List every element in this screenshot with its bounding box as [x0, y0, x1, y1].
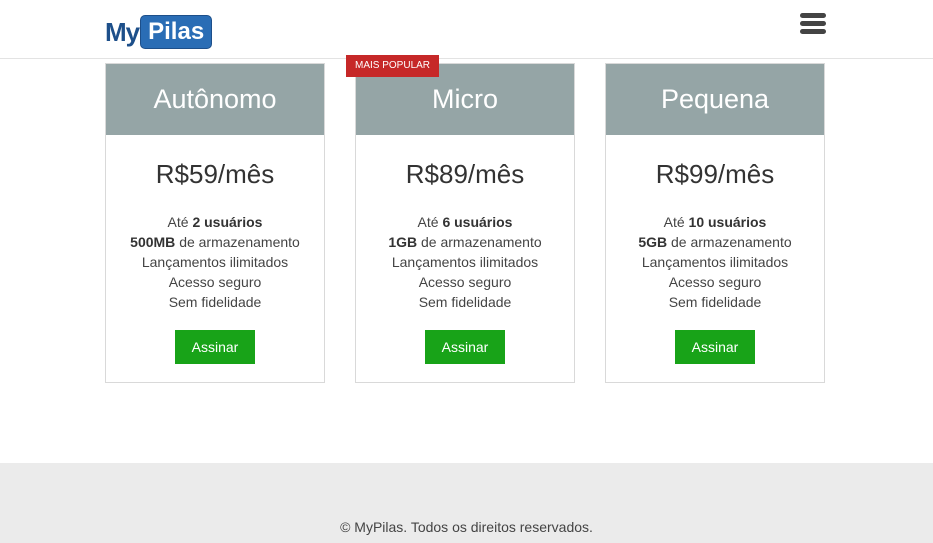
feature-users: Até 6 usuários — [417, 214, 513, 230]
logo-pilas-text: Pilas — [148, 18, 205, 45]
feature-storage: 1GB de armazenamento — [388, 234, 542, 250]
mypilas-logo[interactable]: My Pilas — [105, 14, 213, 50]
plan-price: R$59/mês — [155, 159, 275, 189]
plan-price: R$89/mês — [405, 159, 525, 189]
feature-secure: Acesso seguro — [418, 274, 512, 290]
plan-features: Até 10 usuários 5GB de armazenamento Lan… — [606, 212, 824, 312]
site-header: My Pilas — [0, 0, 933, 59]
subscribe-button[interactable]: Assinar — [175, 330, 255, 364]
hamburger-menu-icon[interactable] — [800, 13, 826, 35]
logo-my-text: My — [105, 16, 140, 47]
menu-bar — [800, 21, 826, 26]
menu-bar — [800, 29, 826, 34]
menu-bar — [800, 13, 826, 18]
feature-no-commitment: Sem fidelidade — [418, 294, 512, 310]
logo-pilas-box: Pilas — [140, 15, 213, 49]
feature-storage: 500MB de armazenamento — [130, 234, 300, 250]
most-popular-badge: MAIS POPULAR — [346, 55, 440, 77]
plan-header: Pequena — [606, 64, 824, 135]
plan-card-micro: Micro R$89/mês Até 6 usuários 1GB de arm… — [355, 63, 575, 383]
feature-unlimited: Lançamentos ilimitados — [141, 254, 289, 270]
subscribe-button[interactable]: Assinar — [675, 330, 755, 364]
plan-price: R$99/mês — [655, 159, 775, 189]
site-footer: © MyPilas. Todos os direitos reservados. — [0, 463, 933, 543]
feature-secure: Acesso seguro — [168, 274, 262, 290]
feature-unlimited: Lançamentos ilimitados — [391, 254, 539, 270]
feature-unlimited: Lançamentos ilimitados — [641, 254, 789, 270]
subscribe-button[interactable]: Assinar — [425, 330, 505, 364]
feature-users: Até 10 usuários — [663, 214, 767, 230]
plan-header: Autônomo — [106, 64, 324, 135]
plan-card-autonomo: Autônomo R$59/mês Até 2 usuários 500MB d… — [105, 63, 325, 383]
feature-no-commitment: Sem fidelidade — [668, 294, 762, 310]
feature-users: Até 2 usuários — [167, 214, 263, 230]
plan-name: Pequena — [660, 84, 770, 114]
plan-name: Autônomo — [153, 84, 277, 114]
plan-features: Até 6 usuários 1GB de armazenamento Lanç… — [356, 212, 574, 312]
plan-features: Até 2 usuários 500MB de armazenamento La… — [106, 212, 324, 312]
copyright-text: © MyPilas. Todos os direitos reservados. — [340, 519, 593, 535]
plan-card-pequena: Pequena R$99/mês Até 10 usuários 5GB de … — [605, 63, 825, 383]
feature-secure: Acesso seguro — [668, 274, 762, 290]
feature-storage: 5GB de armazenamento — [638, 234, 792, 250]
plan-name: Micro — [432, 84, 498, 114]
feature-no-commitment: Sem fidelidade — [168, 294, 262, 310]
